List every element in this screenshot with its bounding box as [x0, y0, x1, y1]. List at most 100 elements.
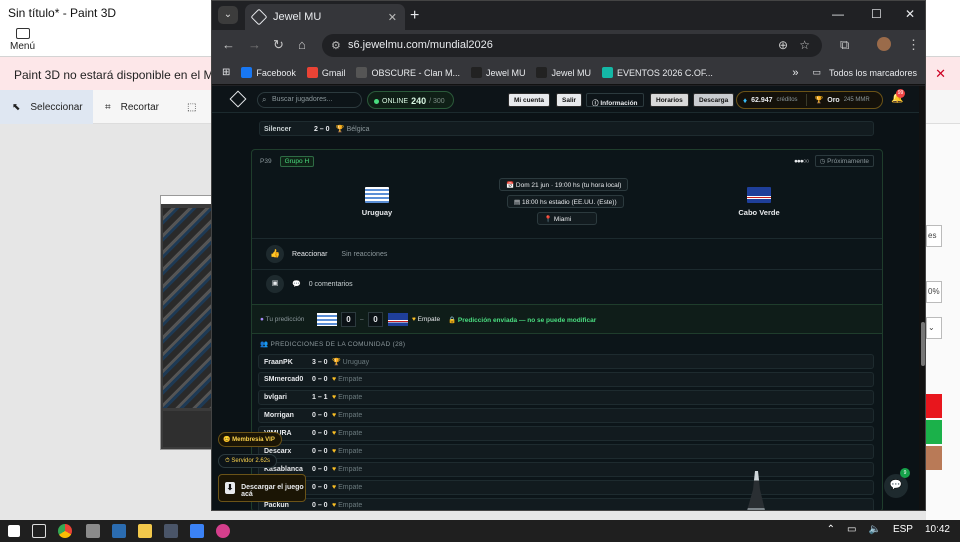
- bookmark-item[interactable]: Facebook: [241, 67, 296, 78]
- bookmark-list: Facebook Gmail OBSCURE - Clan M... Jewel MU…: [230, 67, 713, 78]
- task-view-icon[interactable]: [32, 524, 46, 538]
- address-bar[interactable]: ⚙ s6.jewelmu.com/mundial2026 ⊕ ☆: [322, 34, 822, 57]
- paint3d-menu-button[interactable]: Menú: [10, 28, 35, 52]
- credits-value: 62.947: [751, 96, 773, 104]
- credits-display[interactable]: ♦ 62.947 créditos 🏆 Oro 245 MMR: [736, 91, 883, 109]
- player-name[interactable]: bvlgari: [264, 394, 312, 401]
- minimize-icon[interactable]: —: [832, 7, 844, 21]
- chrome-icon[interactable]: [58, 524, 72, 538]
- bookmarks-overflow[interactable]: »: [792, 67, 798, 79]
- home-team-name: Uruguay: [361, 208, 393, 217]
- app-icon[interactable]: [86, 524, 100, 538]
- crop-tool[interactable]: ⌗ Recortar: [93, 90, 171, 124]
- paint3d-taskbar-icon[interactable]: [216, 524, 230, 538]
- reload-icon[interactable]: ↻: [273, 37, 284, 53]
- site-info-icon[interactable]: ⚙: [331, 39, 341, 52]
- home-icon[interactable]: ⌂: [298, 37, 306, 52]
- right-panel-item[interactable]: es: [926, 225, 942, 247]
- thumbs-up-icon[interactable]: 👍: [266, 245, 284, 263]
- comments-count[interactable]: 0 comentarios: [309, 281, 353, 288]
- clock[interactable]: 10:42: [925, 524, 950, 535]
- bookmark-item[interactable]: EVENTOS 2026 C.OF...: [601, 67, 713, 78]
- select-tool[interactable]: ⬉ Seleccionar: [0, 90, 93, 124]
- match-date: Dom 21 jun · 19:00 hs (tu hora local): [515, 182, 622, 189]
- app-icon[interactable]: [164, 524, 178, 538]
- chevron-up-icon[interactable]: ⌃: [827, 524, 835, 535]
- all-bookmarks[interactable]: Todos los marcadores: [829, 68, 917, 78]
- color-swatch-brown[interactable]: [926, 446, 942, 470]
- scrollbar-thumb[interactable]: [921, 322, 925, 366]
- comment-icon[interactable]: ▣: [266, 275, 284, 293]
- prediction-away-score: 0: [368, 312, 383, 327]
- community-predictions-title: 👥 PREDICCIONES DE LA COMUNIDAD (28): [260, 341, 406, 348]
- banner-close-icon[interactable]: ✕: [935, 66, 946, 82]
- match-city: Miami: [553, 216, 572, 223]
- predicted-outcome: Empate: [338, 466, 363, 473]
- react-label[interactable]: Reaccionar: [292, 251, 327, 258]
- community-prediction-row: bvlgari 1 – 1 ♥ Empate: [258, 390, 874, 405]
- network-icon[interactable]: ▭: [847, 524, 856, 535]
- back-icon[interactable]: ←: [222, 37, 235, 52]
- profile-avatar[interactable]: [877, 37, 891, 51]
- notifications-bell-icon[interactable]: 🔔 99: [891, 89, 905, 104]
- apps-grid-icon[interactable]: ⊞: [222, 67, 230, 78]
- eventos-icon: [601, 67, 613, 78]
- nav-informacion[interactable]: ⓘ Información: [586, 93, 644, 107]
- player-name[interactable]: Packun: [264, 502, 312, 509]
- site-navbar: ⌕ Buscar jugadores... ONLINE 240 / 300 M…: [212, 86, 925, 113]
- windows-start-icon[interactable]: [8, 525, 20, 537]
- crop-tool-label: Recortar: [120, 101, 159, 113]
- mundial-content: Silencer 2 – 0 🏆 Bélgica P39 Grupo H ●●●…: [249, 113, 884, 510]
- uruguay-flag-icon: [365, 187, 389, 203]
- extensions-icon[interactable]: ⧉: [840, 37, 849, 53]
- gmail-icon: [306, 67, 318, 78]
- right-panel-item[interactable]: 0%: [926, 281, 942, 303]
- player-search-input[interactable]: ⌕ Buscar jugadores...: [257, 92, 362, 108]
- chat-button[interactable]: 💬 9: [884, 468, 910, 498]
- color-swatch-green[interactable]: [926, 420, 942, 444]
- predicted-outcome: Uruguay: [342, 359, 370, 366]
- nav-descarga[interactable]: Descarga: [693, 93, 735, 107]
- bookmark-item[interactable]: Gmail: [306, 67, 345, 78]
- bookmark-label: Facebook: [256, 67, 296, 78]
- tab-jewel-mu[interactable]: Jewel MU ✕: [245, 4, 405, 30]
- predicted-outcome: Empate: [338, 430, 363, 437]
- chrome-menu-icon[interactable]: ⋮: [907, 37, 920, 53]
- download-game-button[interactable]: ⬇ Descargar el juego acá: [218, 474, 306, 502]
- zoom-icon[interactable]: ⊕: [778, 38, 788, 52]
- bookmark-star-icon[interactable]: ☆: [799, 38, 810, 52]
- nav-mi-cuenta[interactable]: Mi cuenta: [508, 93, 550, 107]
- magic-select-tool[interactable]: ⬚: [175, 90, 208, 124]
- bookmark-item[interactable]: Jewel MU: [536, 67, 591, 78]
- stadium-time-pill: ▤ 18:00 hs estadio (EE.UU. (Este)): [507, 195, 624, 208]
- app-icon[interactable]: [190, 524, 204, 538]
- predicted-outcome: Empate: [338, 484, 363, 491]
- comments-row[interactable]: ▣ 💬 0 comentarios: [266, 275, 353, 293]
- tab-close-icon[interactable]: ✕: [388, 11, 397, 24]
- player-name[interactable]: FraanPK: [264, 359, 312, 366]
- language-indicator[interactable]: ESP: [893, 524, 913, 535]
- player-name[interactable]: Morrigan: [264, 412, 312, 419]
- file-explorer-icon[interactable]: [138, 524, 152, 538]
- bookmark-item[interactable]: Jewel MU: [470, 67, 525, 78]
- tab-search-icon[interactable]: ⌄: [218, 6, 238, 24]
- away-team-name: Cabo Verde: [738, 208, 780, 217]
- forward-icon[interactable]: →: [248, 37, 261, 52]
- page-scrollbar[interactable]: [919, 86, 925, 510]
- maximize-icon[interactable]: ☐: [871, 7, 882, 21]
- close-window-icon[interactable]: ✕: [905, 7, 915, 21]
- bookmark-item[interactable]: OBSCURE - Clan M...: [356, 67, 460, 78]
- nav-horarios[interactable]: Horarios: [650, 93, 689, 107]
- predicted-winner: Bélgica: [346, 126, 370, 133]
- jewel-logo-icon[interactable]: [229, 90, 247, 108]
- vip-membership-badge[interactable]: 😊 Membresía VIP: [218, 432, 282, 447]
- predicted-outcome: Empate: [338, 394, 363, 401]
- right-panel-dropdown[interactable]: ⌄: [926, 317, 942, 339]
- color-swatch-red[interactable]: [926, 394, 942, 418]
- new-tab-icon[interactable]: +: [410, 7, 419, 25]
- player-name[interactable]: SMmercad0: [264, 376, 312, 383]
- volume-icon[interactable]: 🔈: [869, 524, 881, 535]
- nav-salir[interactable]: Salir: [556, 93, 583, 107]
- pasted-screenshot-thumbnail[interactable]: [160, 195, 212, 450]
- app-icon[interactable]: [112, 524, 126, 538]
